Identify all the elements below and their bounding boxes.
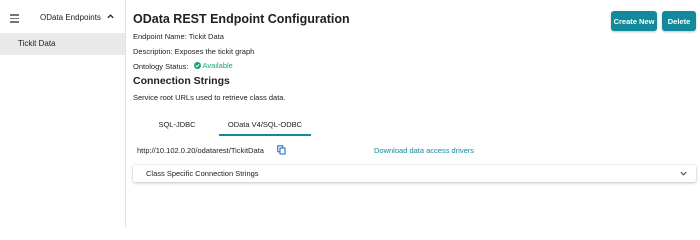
sidebar-header: OData Endpoints — [0, 0, 125, 34]
connection-strings-subtitle: Service root URLs used to retrieve class… — [133, 93, 286, 102]
accordion-label: Class Specific Connection Strings — [146, 169, 259, 178]
connection-strings-title: Connection Strings — [133, 75, 230, 87]
class-connection-strings-accordion[interactable]: Class Specific Connection Strings — [133, 165, 696, 182]
sidebar-item-tickit-data[interactable]: Tickit Data — [0, 33, 125, 55]
status-badge: Available — [193, 61, 233, 70]
copy-icon[interactable] — [277, 145, 286, 155]
create-new-button[interactable]: Create New — [611, 11, 657, 31]
chevron-up-icon[interactable] — [106, 12, 115, 21]
tab-sql-jdbc[interactable]: SQL-JDBC — [147, 112, 207, 136]
delete-button[interactable]: Delete — [662, 11, 696, 31]
check-circle-icon — [193, 62, 201, 69]
download-drivers-link[interactable]: Download data access drivers — [374, 146, 474, 155]
sidebar: OData Endpoints Tickit Data — [0, 0, 126, 227]
main-content: OData REST Endpoint Configuration Create… — [126, 0, 700, 227]
chevron-down-icon[interactable] — [679, 169, 688, 178]
ontology-status-line: Ontology Status: Available — [133, 61, 233, 71]
sidebar-item-label: Tickit Data — [18, 39, 56, 48]
ontology-status-label: Ontology Status: — [133, 62, 189, 71]
hamburger-icon[interactable] — [10, 14, 19, 23]
tab-odata-v4-sql-odbc[interactable]: OData V4/SQL-ODBC — [219, 112, 311, 136]
sidebar-title: OData Endpoints — [40, 13, 101, 22]
ontology-status-value: Available — [202, 61, 233, 70]
service-root-url: http://10.102.0.20/odatarest/TickitData — [137, 146, 264, 155]
app-window: OData Endpoints Tickit Data OData REST E… — [0, 0, 700, 227]
page-title: OData REST Endpoint Configuration — [133, 12, 350, 26]
endpoint-name-text: Endpoint Name: Tickit Data — [133, 32, 224, 41]
description-text: Description: Exposes the tickit graph — [133, 47, 255, 56]
